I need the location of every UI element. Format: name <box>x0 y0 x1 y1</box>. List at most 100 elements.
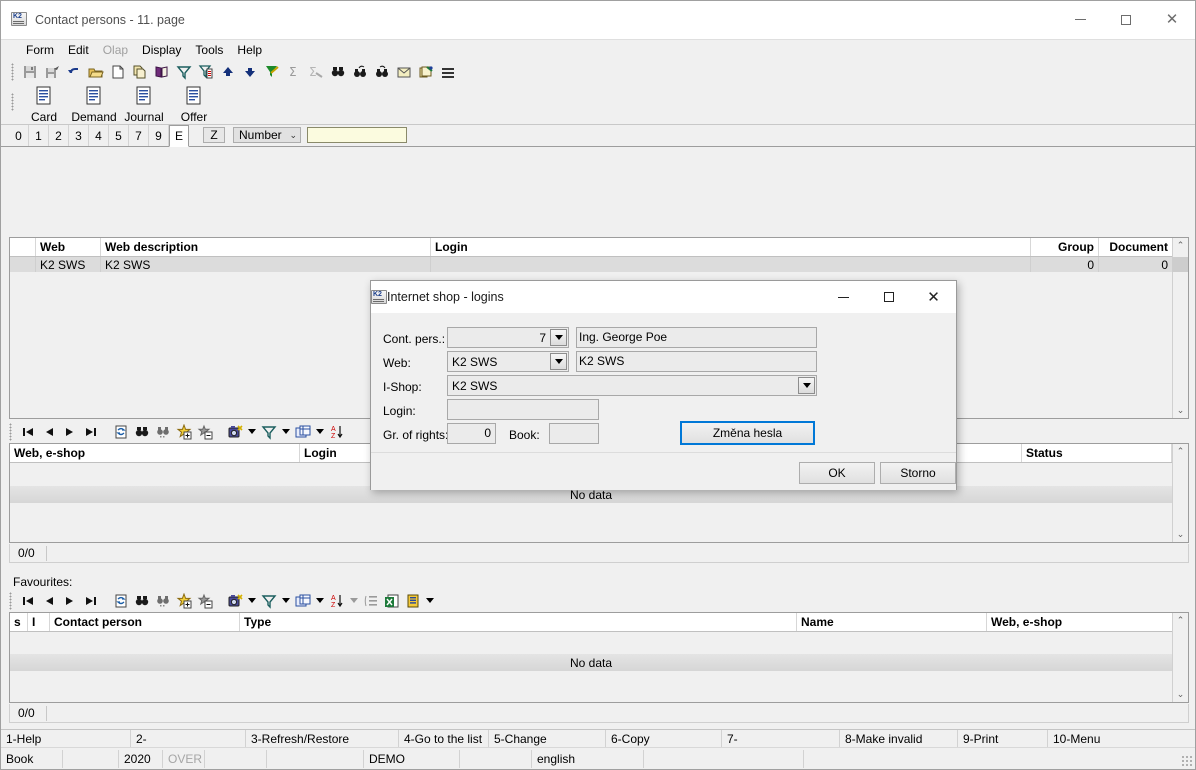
report-dropdown-arrow[interactable] <box>423 590 436 611</box>
new-document-icon[interactable] <box>107 61 129 83</box>
column-login[interactable]: Login <box>431 238 1031 256</box>
column-status[interactable]: Status <box>1022 444 1172 462</box>
columns-icon[interactable] <box>292 590 313 611</box>
fkey-4[interactable]: 4-Go to the list <box>399 730 489 748</box>
next-record-icon[interactable] <box>59 421 80 442</box>
book-icon[interactable] <box>151 61 173 83</box>
first-record-icon[interactable] <box>17 421 38 442</box>
column-contact-person[interactable]: Contact person <box>50 613 240 631</box>
up-arrow-icon[interactable] <box>217 61 239 83</box>
view-dropdown-arrow[interactable] <box>245 421 258 442</box>
filter-icon[interactable] <box>173 61 195 83</box>
tab-5[interactable]: 5 <box>109 125 129 146</box>
ok-button[interactable]: OK <box>799 462 875 484</box>
favourites-grid-scrollbar[interactable]: ⌃ ⌄ <box>1172 613 1188 702</box>
filter-dropdown-arrow[interactable] <box>279 421 292 442</box>
sum-off-icon[interactable]: Σ <box>305 61 327 83</box>
menu-item-tools[interactable]: Tools <box>188 41 230 59</box>
sort-dropdown-arrow[interactable] <box>347 590 360 611</box>
copy-icon[interactable] <box>129 61 151 83</box>
menu-icon[interactable] <box>437 61 459 83</box>
view-icon[interactable] <box>224 590 245 611</box>
table-row[interactable]: K2 SWS K2 SWS 0 0 <box>10 257 1188 272</box>
sort-icon[interactable]: AZ <box>326 590 347 611</box>
save-as-icon[interactable] <box>41 61 63 83</box>
z-button[interactable]: Z <box>203 127 225 143</box>
column-group[interactable]: Group <box>1031 238 1099 256</box>
previous-record-icon[interactable] <box>38 421 59 442</box>
fkey-10[interactable]: 10-Menu <box>1048 730 1188 748</box>
fkey-5[interactable]: 5-Change <box>489 730 606 748</box>
refresh-icon[interactable] <box>110 421 131 442</box>
menu-item-edit[interactable]: Edit <box>61 41 96 59</box>
maximize-button[interactable] <box>1103 1 1149 39</box>
column-web-eshop[interactable]: Web, e-shop <box>10 444 300 462</box>
scroll-down-icon[interactable]: ⌄ <box>1177 403 1185 418</box>
list-icon[interactable] <box>360 590 381 611</box>
fkey-6[interactable]: 6-Copy <box>606 730 722 748</box>
columns-dropdown-arrow[interactable] <box>313 421 326 442</box>
column-web[interactable]: Web <box>36 238 101 256</box>
minimize-button[interactable] <box>1057 1 1103 39</box>
scroll-up-icon[interactable]: ⌃ <box>1177 613 1185 628</box>
web-grid-scrollbar[interactable]: ⌃ ⌄ <box>1172 238 1188 418</box>
filter-icon[interactable] <box>258 421 279 442</box>
save-icon[interactable] <box>19 61 41 83</box>
resize-grip-icon[interactable] <box>1181 755 1193 767</box>
mode-select[interactable]: Number ⌄ <box>233 127 301 143</box>
ishop-combo[interactable]: K2 SWS <box>447 375 817 396</box>
quick-search-input[interactable] <box>307 127 407 143</box>
column-name[interactable]: Name <box>797 613 987 631</box>
delete-record-icon[interactable] <box>194 421 215 442</box>
view-dropdown-arrow[interactable] <box>245 590 258 611</box>
scroll-up-icon[interactable]: ⌃ <box>1177 444 1185 459</box>
scroll-up-icon[interactable]: ⌃ <box>1177 238 1185 253</box>
find-icon[interactable] <box>327 61 349 83</box>
tab-e[interactable]: E <box>169 125 189 147</box>
web-description-field[interactable]: K2 SWS <box>576 351 817 372</box>
change-password-button[interactable]: Změna hesla <box>680 421 815 445</box>
filter-icon[interactable] <box>258 590 279 611</box>
fkey-9[interactable]: 9-Print <box>958 730 1048 748</box>
find-icon[interactable] <box>131 590 152 611</box>
column-s[interactable]: s <box>10 613 28 631</box>
menu-item-form[interactable]: Form <box>19 41 61 59</box>
new-record-icon[interactable] <box>173 421 194 442</box>
column-web-eshop[interactable]: Web, e-shop <box>987 613 1174 631</box>
dialog-minimize-button[interactable] <box>821 281 866 313</box>
excel-icon[interactable] <box>381 590 402 611</box>
fkey-8[interactable]: 8-Make invalid <box>840 730 958 748</box>
cont-pers-combo[interactable]: 7 <box>447 327 569 348</box>
journal-button[interactable]: Journal <box>119 85 169 123</box>
chevron-down-icon[interactable] <box>798 377 815 394</box>
web-combo[interactable]: K2 SWS <box>447 351 569 372</box>
login-field[interactable] <box>447 399 599 420</box>
open-folder-icon[interactable] <box>85 61 107 83</box>
rights-field[interactable]: 0 <box>447 423 496 444</box>
find-next-icon[interactable] <box>152 590 173 611</box>
tab-3[interactable]: 3 <box>69 125 89 146</box>
fkey-7[interactable]: 7- <box>722 730 840 748</box>
next-record-icon[interactable] <box>59 590 80 611</box>
tab-9[interactable]: 9 <box>149 125 169 146</box>
find-next-icon[interactable] <box>152 421 173 442</box>
chevron-down-icon[interactable] <box>550 329 567 346</box>
scroll-down-icon[interactable]: ⌄ <box>1177 527 1185 542</box>
tab-1[interactable]: 1 <box>29 125 49 146</box>
mail-icon[interactable] <box>393 61 415 83</box>
tab-4[interactable]: 4 <box>89 125 109 146</box>
cancel-button[interactable]: Storno <box>880 462 956 484</box>
dialog-maximize-button[interactable] <box>866 281 911 313</box>
undo-icon[interactable] <box>63 61 85 83</box>
offer-button[interactable]: Offer <box>169 85 219 123</box>
first-record-icon[interactable] <box>17 590 38 611</box>
column-web-description[interactable]: Web description <box>101 238 431 256</box>
previous-record-icon[interactable] <box>38 590 59 611</box>
navbar-gripper[interactable] <box>9 592 12 610</box>
column-type[interactable]: Type <box>240 613 797 631</box>
filter-edit-icon[interactable] <box>195 61 217 83</box>
book-field[interactable] <box>549 423 599 444</box>
find-prev-icon[interactable] <box>349 61 371 83</box>
filter-dropdown-arrow[interactable] <box>279 590 292 611</box>
scroll-down-icon[interactable]: ⌄ <box>1177 687 1185 702</box>
